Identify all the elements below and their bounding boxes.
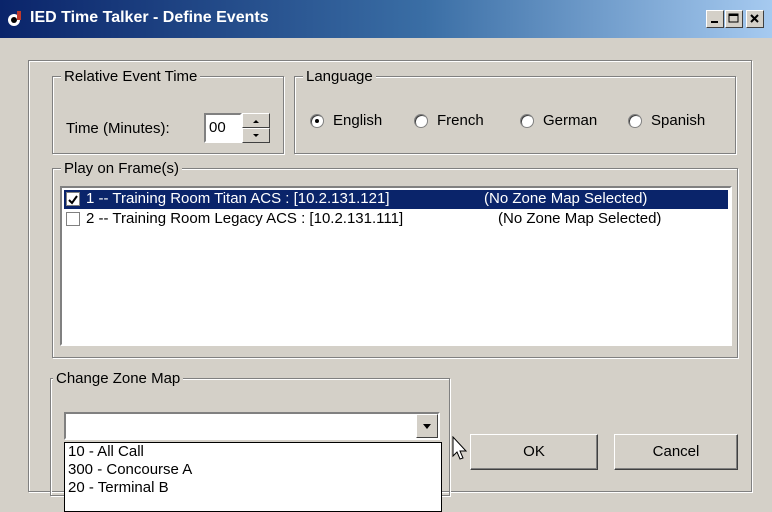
- change-zone-map-legend: Change Zone Map: [53, 370, 184, 387]
- frame-row-1[interactable]: 1 -- Training Room Titan ACS : [10.2.131…: [64, 190, 728, 209]
- zone-map-dropdown-list[interactable]: 10 - All Call 300 - Concourse A 20 - Ter…: [64, 442, 442, 512]
- frames-listbox[interactable]: 1 -- Training Room Titan ACS : [10.2.131…: [60, 186, 732, 346]
- radio-spanish-label: Spanish: [651, 112, 706, 129]
- language-group: Language: [294, 68, 736, 154]
- zone-map-option[interactable]: 10 - All Call: [65, 443, 441, 461]
- time-minutes-spinner[interactable]: [242, 113, 270, 143]
- title-bar[interactable]: IED Time Talker - Define Events: [0, 0, 772, 38]
- radio-german[interactable]: German: [520, 112, 597, 129]
- time-minutes-label: Time (Minutes):: [66, 120, 170, 137]
- radio-english-icon[interactable]: [310, 113, 324, 128]
- zone-map-option[interactable]: 20 - Terminal B: [65, 479, 441, 497]
- frame-2-label: 2 -- Training Room Legacy ACS : [10.2.13…: [86, 210, 404, 227]
- frame-row-2[interactable]: 2 -- Training Room Legacy ACS : [10.2.13…: [64, 210, 728, 229]
- spin-down-icon[interactable]: [242, 128, 270, 143]
- radio-french[interactable]: French: [414, 112, 484, 129]
- frame-1-checkbox[interactable]: [66, 192, 80, 206]
- zone-map-option[interactable]: 300 - Concourse A: [65, 461, 441, 479]
- radio-french-label: French: [437, 112, 484, 129]
- app-icon[interactable]: [6, 10, 24, 28]
- maximize-icon[interactable]: [725, 10, 743, 28]
- frame-1-label: 1 -- Training Room Titan ACS : [10.2.131…: [86, 190, 390, 207]
- radio-german-label: German: [543, 112, 598, 129]
- chevron-down-icon[interactable]: [416, 414, 438, 438]
- window-title: IED Time Talker - Define Events: [30, 9, 269, 26]
- ok-button[interactable]: OK: [470, 434, 598, 470]
- mouse-cursor-icon: [452, 435, 468, 466]
- close-icon[interactable]: [746, 10, 764, 28]
- radio-english[interactable]: English: [310, 112, 382, 129]
- radio-german-icon[interactable]: [520, 113, 534, 128]
- radio-spanish-icon[interactable]: [628, 113, 642, 128]
- relative-event-time-legend: Relative Event Time: [61, 68, 201, 85]
- frame-2-checkbox[interactable]: [66, 212, 80, 226]
- radio-english-label: English: [333, 112, 383, 129]
- time-minutes-input[interactable]: 00: [204, 113, 242, 143]
- cancel-button[interactable]: Cancel: [614, 434, 738, 470]
- language-legend: Language: [303, 68, 376, 85]
- spin-up-icon[interactable]: [242, 113, 270, 128]
- radio-french-icon[interactable]: [414, 113, 428, 128]
- minimize-icon[interactable]: [706, 10, 724, 28]
- zone-map-select[interactable]: [64, 412, 440, 440]
- radio-spanish[interactable]: Spanish: [628, 112, 705, 129]
- frame-1-zone: (No Zone Map Selected): [484, 190, 648, 207]
- frame-2-zone: (No Zone Map Selected): [498, 210, 662, 227]
- play-on-frames-legend: Play on Frame(s): [61, 160, 183, 177]
